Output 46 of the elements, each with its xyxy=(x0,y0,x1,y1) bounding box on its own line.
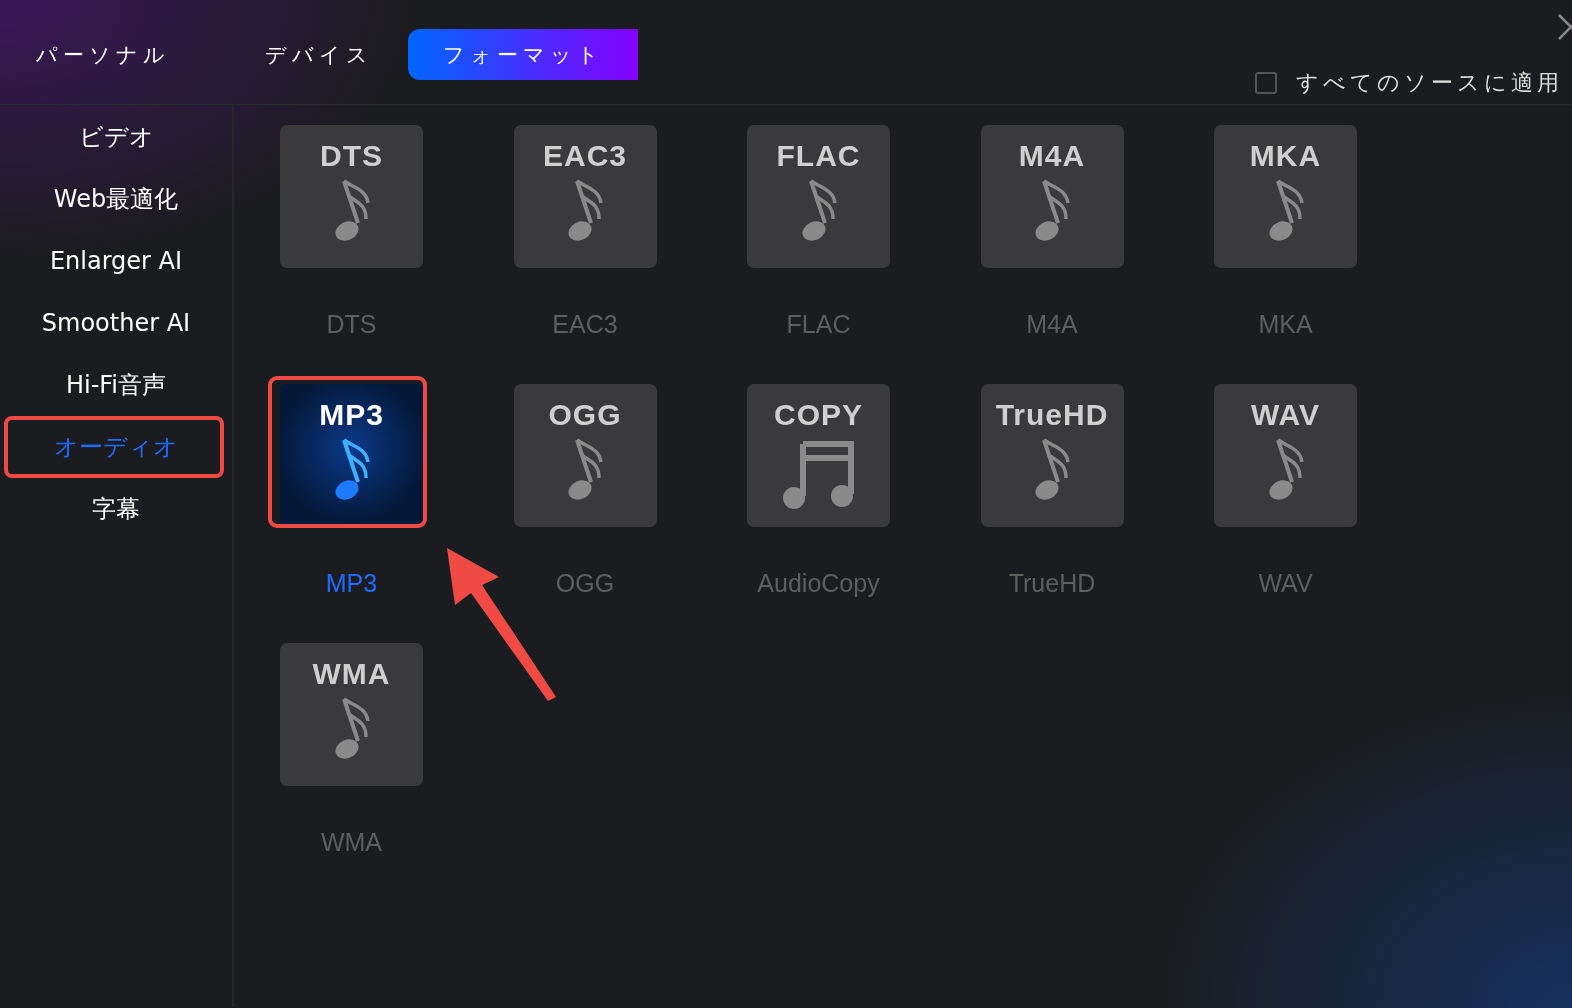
format-tile[interactable]: OGG xyxy=(513,384,657,527)
format-label: EAC3 xyxy=(552,310,618,339)
apply-all-checkbox[interactable] xyxy=(1255,72,1277,94)
format-badge-text: FLAC xyxy=(776,139,861,173)
sidebar-item[interactable]: オーディオ xyxy=(54,431,178,463)
sidebar-item[interactable]: Enlarger AI xyxy=(49,247,183,275)
format-label: AudioCopy xyxy=(757,569,880,598)
format-badge-text: M4A xyxy=(1018,139,1086,173)
tab[interactable]: フォーマット xyxy=(408,29,638,80)
format-label: MP3 xyxy=(325,569,378,598)
format-badge-text: EAC3 xyxy=(543,139,627,173)
tab[interactable]: デバイス xyxy=(265,29,373,80)
tab[interactable]: パーソナル xyxy=(36,29,170,80)
format-tile[interactable]: M4A xyxy=(980,125,1124,268)
format-badge-text: OGG xyxy=(548,398,622,432)
sidebar-item[interactable]: Hi-Fi音声 xyxy=(65,369,167,401)
format-badge-text: WAV xyxy=(1250,398,1321,432)
format-tile[interactable]: WAV xyxy=(1214,384,1357,527)
apply-all-label: すべてのソースに適用 xyxy=(1296,69,1563,97)
format-label: OGG xyxy=(555,569,615,598)
sidebar-item[interactable]: 字幕 xyxy=(92,493,140,525)
format-label: FLAC xyxy=(786,310,851,339)
format-label: MKA xyxy=(1258,310,1313,339)
format-badge-text: WMA xyxy=(312,657,391,691)
format-tile[interactable]: COPY xyxy=(747,384,890,527)
format-tile[interactable]: WMA xyxy=(280,643,423,786)
sidebar-item[interactable]: Web最適化 xyxy=(53,183,179,215)
format-label: WMA xyxy=(320,828,383,857)
format-tile[interactable]: DTS xyxy=(280,125,423,268)
format-tile[interactable]: MKA xyxy=(1214,125,1357,268)
format-label: TrueHD xyxy=(1008,569,1096,598)
format-label: M4A xyxy=(1026,310,1078,339)
format-badge-text: MP3 xyxy=(319,398,384,432)
format-tile[interactable]: MP3 xyxy=(280,384,423,527)
format-label: DTS xyxy=(326,310,377,339)
format-tile[interactable]: TrueHD xyxy=(980,384,1124,527)
format-tile[interactable]: EAC3 xyxy=(513,125,657,268)
format-tile[interactable]: FLAC xyxy=(747,125,890,268)
sidebar-item[interactable]: Smoother AI xyxy=(41,309,191,337)
format-label: WAV xyxy=(1258,569,1313,598)
format-badge-text: MKA xyxy=(1249,139,1322,173)
format-badge-text: COPY xyxy=(774,398,863,432)
music-notes-icon xyxy=(780,438,857,510)
sidebar-item[interactable]: ビデオ xyxy=(78,121,154,153)
format-badge-text: DTS xyxy=(320,139,383,173)
format-badge-text: TrueHD xyxy=(995,398,1109,432)
